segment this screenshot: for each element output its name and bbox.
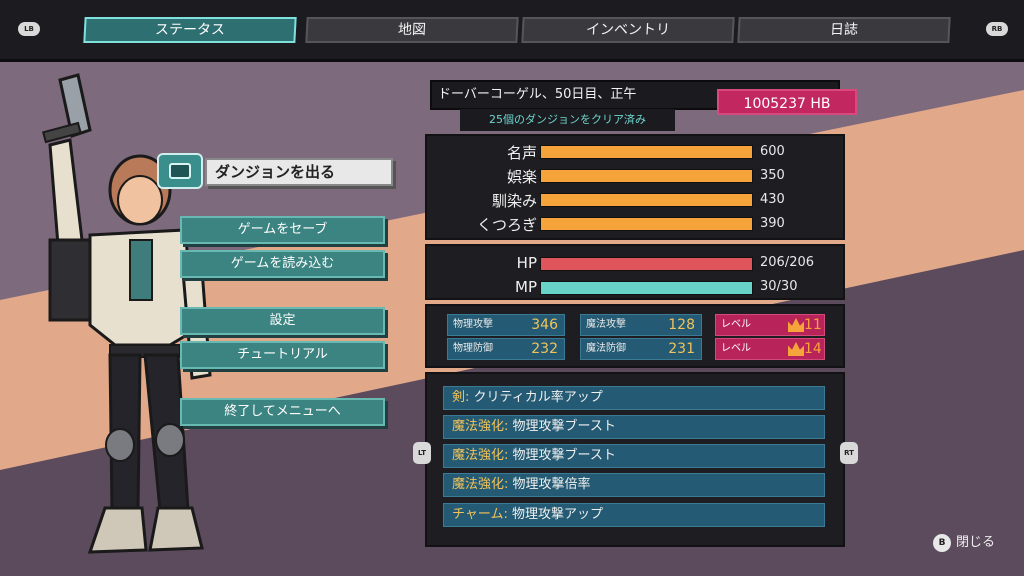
skill-type: 魔法強化: (452, 448, 509, 463)
level-badge-magic: レベル 14 (715, 338, 825, 360)
skill-type: 剣: (452, 390, 470, 405)
physical-defense-cell: 物理防御 232 (447, 338, 565, 360)
physical-attack-label: 物理攻撃 (453, 319, 493, 330)
mp-value: 30/30 (760, 279, 798, 294)
stat-label: 名声 (506, 144, 537, 162)
skill-type: 魔法強化: (452, 477, 509, 492)
familiarity-bar (540, 193, 753, 207)
physical-attack-value: 346 (531, 317, 558, 333)
skill-item[interactable]: 剣: クリティカル率アップ (443, 386, 825, 410)
skill-text: 物理攻撃倍率 (508, 477, 591, 492)
magic-defense-cell: 魔法防御 231 (580, 338, 702, 360)
crown-icon (788, 342, 804, 356)
exit-dungeon-button[interactable]: ダンジョンを出る (205, 158, 393, 186)
magic-attack-label: 魔法攻撃 (586, 319, 626, 330)
magic-attack-cell: 魔法攻撃 128 (580, 314, 702, 336)
tab-inventory[interactable]: インベントリ (521, 17, 735, 43)
social-stats-panel: 名声 600 娯楽 350 馴染み 430 くつろぎ 390 (425, 134, 845, 240)
stat-row: くつろぎ 390 (427, 214, 847, 236)
rb-button-icon[interactable]: RB (986, 22, 1008, 36)
load-game-button[interactable]: ゲームを読み込む (180, 250, 385, 278)
magic-defense-value: 231 (668, 341, 695, 357)
magic-defense-label: 魔法防御 (586, 343, 626, 354)
close-button[interactable]: B 閉じる (933, 533, 995, 553)
close-label: 閉じる (956, 535, 996, 550)
lb-button-icon[interactable]: LB (18, 22, 40, 36)
tab-status[interactable]: ステータス (83, 17, 297, 43)
hp-bar (540, 257, 753, 271)
b-button-icon: B (933, 534, 951, 552)
tutorial-button[interactable]: チュートリアル (180, 341, 385, 369)
hp-label: HP (516, 254, 537, 272)
top-navigation-bar: LB ステータス 地図 インベントリ 日誌 RB (0, 0, 1024, 62)
dungeons-cleared-label: 25個のダンジョンをクリア済み (460, 109, 675, 131)
level-label: レベル (721, 319, 751, 330)
stat-label: 馴染み (491, 192, 537, 210)
skill-item[interactable]: 魔法強化: 物理攻撃倍率 (443, 473, 825, 497)
relaxation-bar (540, 217, 753, 231)
vitals-panel: HP 206/206 MP 30/30 (425, 244, 845, 300)
skill-type: 魔法強化: (452, 419, 509, 434)
stat-label: 娯楽 (506, 168, 537, 186)
skill-text: クリティカル率アップ (469, 390, 603, 405)
lt-button-icon[interactable]: LT (413, 442, 431, 464)
level-value: 14 (804, 341, 822, 357)
hp-value: 206/206 (760, 255, 815, 270)
skill-item[interactable]: 魔法強化: 物理攻撃ブースト (443, 444, 825, 468)
hb-currency-badge: 1005237 HB (717, 89, 857, 115)
fame-bar (540, 145, 753, 159)
entertainment-value: 350 (760, 168, 785, 183)
stat-row: 名声 600 (427, 142, 847, 164)
combat-stats-panel: 物理攻撃 346 物理防御 232 魔法攻撃 128 魔法防御 231 レベル … (425, 304, 845, 368)
screen-icon (169, 163, 191, 179)
skill-text: 物理攻撃ブースト (508, 419, 616, 434)
stat-label: くつろぎ (476, 216, 537, 234)
mp-bar (540, 281, 753, 295)
fame-value: 600 (760, 144, 785, 159)
save-game-button[interactable]: ゲームをセーブ (180, 216, 385, 244)
skill-text: 物理攻撃ブースト (508, 448, 616, 463)
familiarity-value: 430 (760, 192, 785, 207)
physical-attack-cell: 物理攻撃 346 (447, 314, 565, 336)
level-label: レベル (721, 343, 751, 354)
quit-to-menu-button[interactable]: 終了してメニューへ (180, 398, 385, 426)
skill-item[interactable]: 魔法強化: 物理攻撃ブースト (443, 415, 825, 439)
dungeon-exit-icon (157, 153, 203, 189)
settings-button[interactable]: 設定 (180, 307, 385, 335)
level-badge-physical: レベル 11 (715, 314, 825, 336)
relaxation-value: 390 (760, 216, 785, 231)
entertainment-bar (540, 169, 753, 183)
magic-attack-value: 128 (668, 317, 695, 333)
level-value: 11 (804, 317, 822, 333)
skill-type: チャーム: (452, 507, 508, 522)
stat-row: 馴染み 430 (427, 190, 847, 212)
mp-label: MP (515, 278, 537, 296)
rt-button-icon[interactable]: RT (840, 442, 858, 464)
skill-text: 物理攻撃アップ (507, 507, 604, 522)
physical-defense-value: 232 (531, 341, 558, 357)
crown-icon (788, 318, 804, 332)
tab-journal[interactable]: 日誌 (737, 17, 951, 43)
tab-map[interactable]: 地図 (305, 17, 519, 43)
stat-row: 娯楽 350 (427, 166, 847, 188)
skill-item[interactable]: チャーム: 物理攻撃アップ (443, 503, 825, 527)
physical-defense-label: 物理防御 (453, 343, 493, 354)
